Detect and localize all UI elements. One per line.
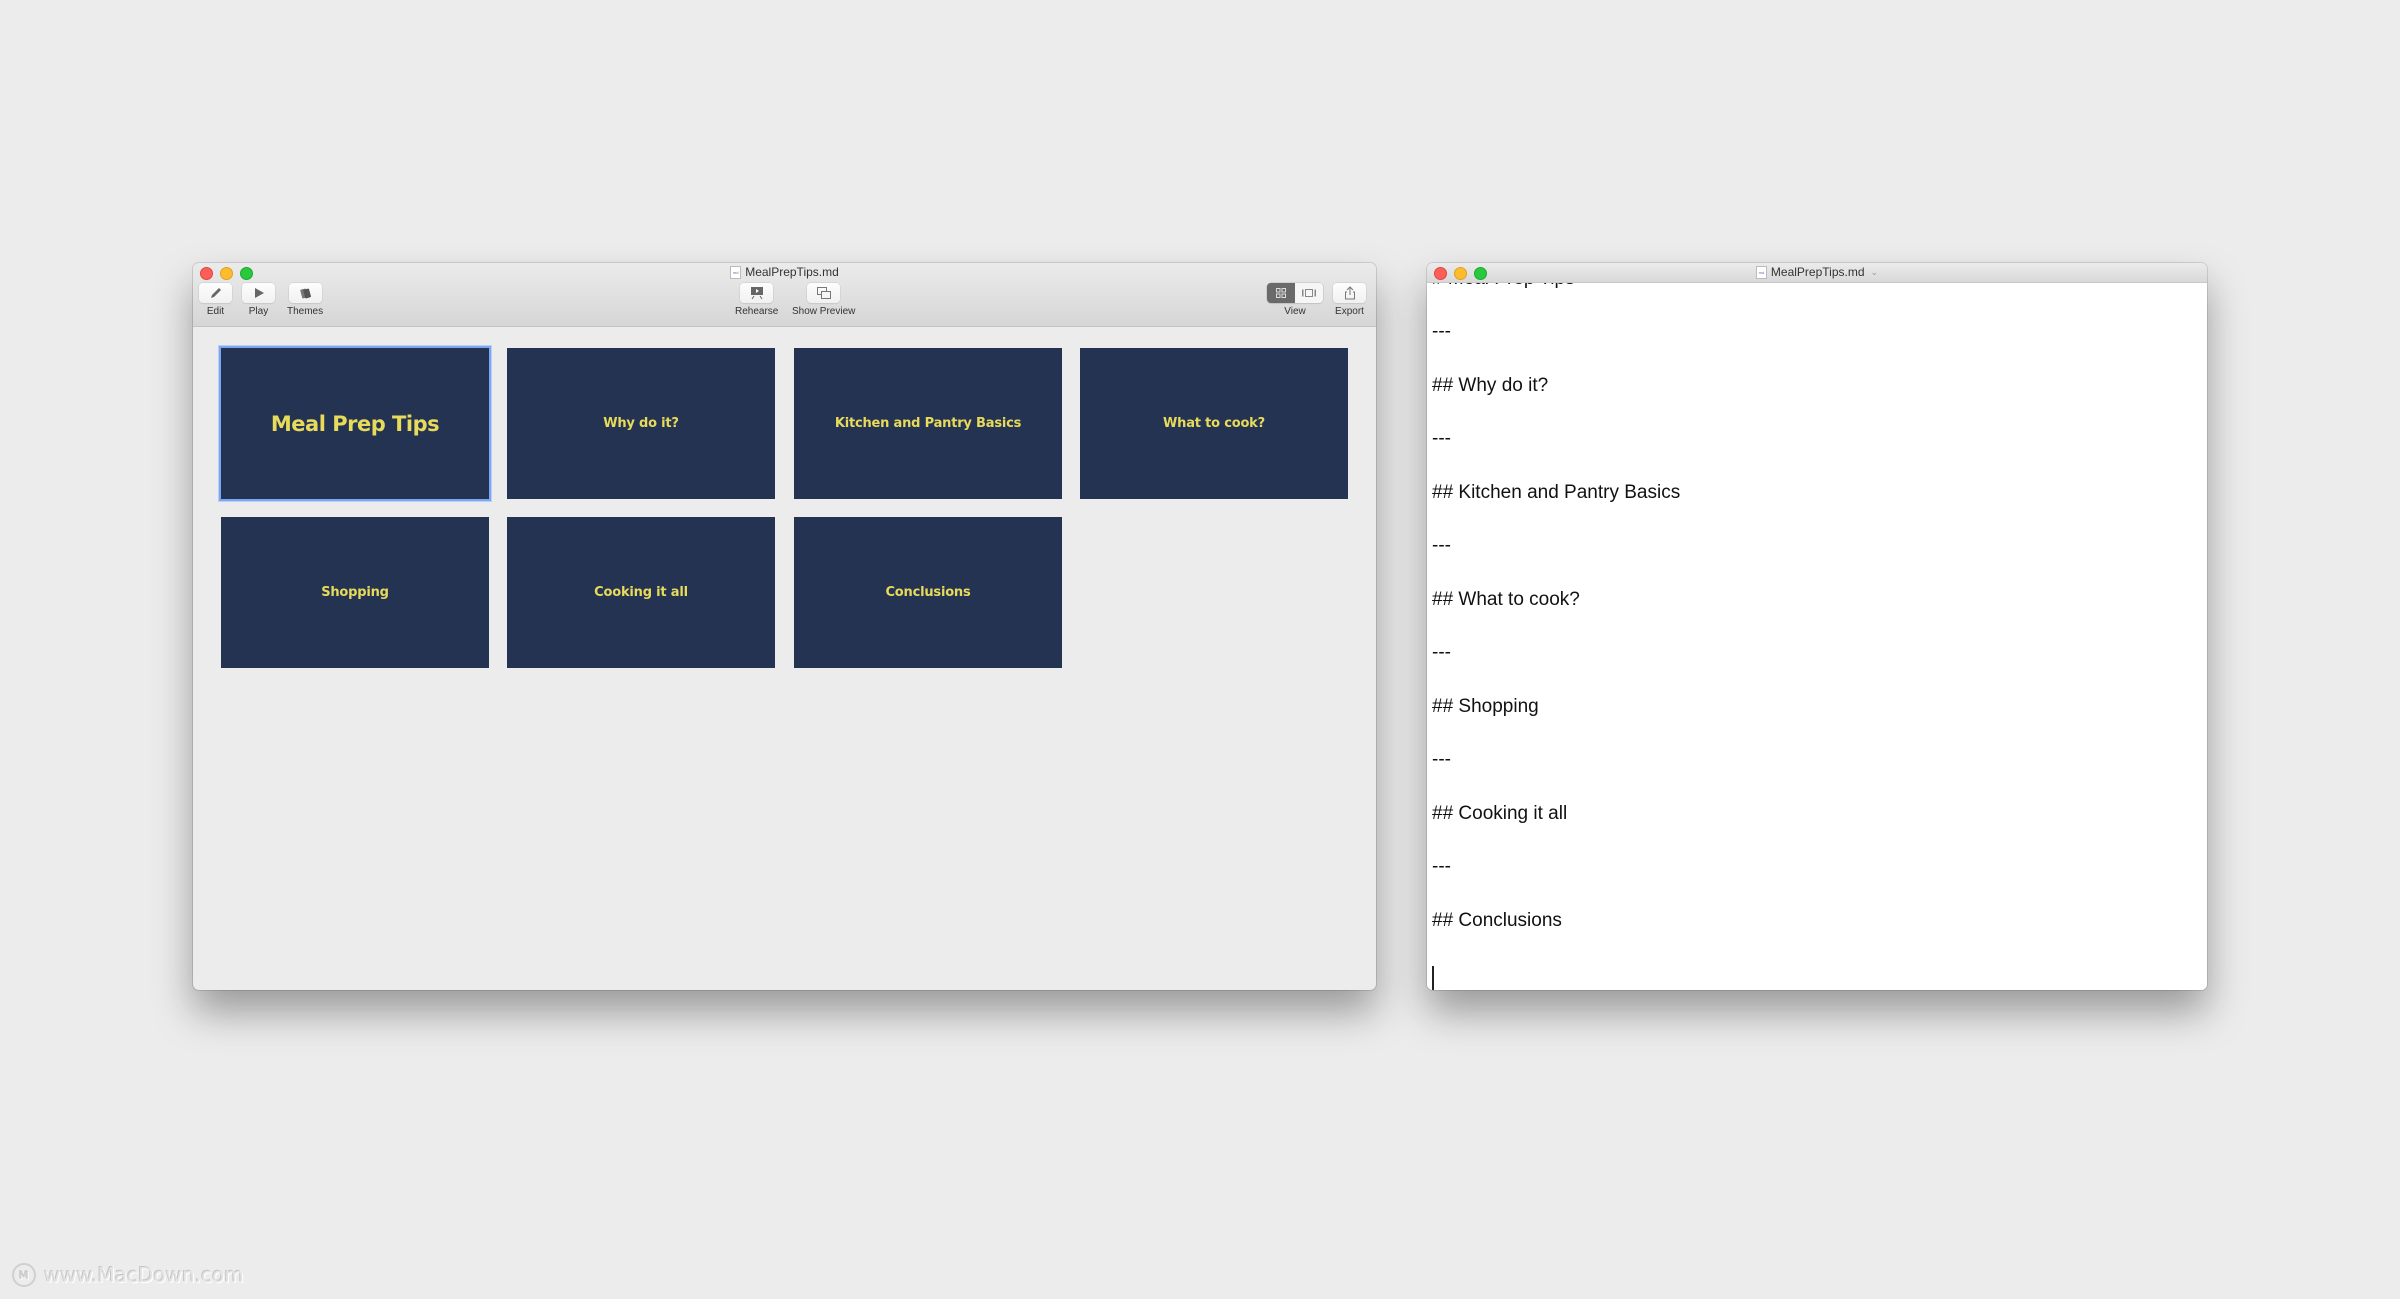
text-cursor bbox=[1432, 966, 1434, 990]
markdown-file-icon: md bbox=[1755, 265, 1767, 279]
play-icon bbox=[242, 283, 275, 303]
slide-title: Why do it? bbox=[603, 416, 679, 431]
themes-icon bbox=[288, 283, 322, 303]
play-label: Play bbox=[248, 306, 269, 317]
md-line: ## What to cook? bbox=[1432, 589, 1580, 610]
md-line: --- bbox=[1432, 856, 1451, 877]
md-line: ## Kitchen and Pantry Basics bbox=[1432, 482, 1681, 503]
export-label: Export bbox=[1335, 306, 1364, 317]
play-button[interactable]: Play bbox=[242, 283, 275, 317]
md-line: ## Why do it? bbox=[1432, 375, 1549, 396]
slide-title: Conclusions bbox=[885, 585, 971, 600]
view-label: View bbox=[1284, 306, 1306, 317]
edit-label: Edit bbox=[206, 306, 225, 317]
slides-window: md MealPrepTips.md Edit Play Themes Rehe… bbox=[193, 263, 1376, 990]
view-control: View bbox=[1267, 283, 1323, 317]
slide-thumbnail[interactable]: Why do it? bbox=[507, 348, 775, 499]
grid-icon bbox=[1276, 288, 1286, 298]
window-title-text: MealPrepTips.md bbox=[1770, 265, 1865, 279]
md-line: --- bbox=[1432, 749, 1451, 770]
slide-thumbnail[interactable]: Conclusions bbox=[794, 517, 1062, 668]
pencil-icon bbox=[199, 283, 232, 303]
md-line: --- bbox=[1432, 535, 1451, 556]
slide-title: Shopping bbox=[321, 585, 389, 600]
slide-title: What to cook? bbox=[1163, 416, 1265, 431]
show-preview-icon bbox=[807, 283, 841, 303]
watermark-text: www.MacDown.com bbox=[44, 1263, 244, 1287]
md-line: --- bbox=[1432, 428, 1451, 449]
grid-view-button[interactable] bbox=[1267, 283, 1295, 303]
markdown-file-icon: md bbox=[730, 265, 742, 279]
export-button[interactable]: Export bbox=[1333, 283, 1366, 317]
share-icon bbox=[1333, 283, 1366, 303]
titlebar: md MealPrepTips.md ⌄ bbox=[1427, 263, 2207, 283]
macdown-logo-icon: M bbox=[12, 1263, 36, 1287]
show-preview-label: Show Preview bbox=[792, 306, 856, 317]
rehearse-icon bbox=[740, 283, 774, 303]
md-line: ## Shopping bbox=[1432, 696, 1539, 717]
show-preview-button[interactable]: Show Preview bbox=[792, 283, 855, 317]
slide-thumbnail[interactable]: Kitchen and Pantry Basics bbox=[794, 348, 1062, 499]
rehearse-label: Rehearse bbox=[735, 306, 779, 317]
window-title: md MealPrepTips.md bbox=[193, 265, 1376, 279]
md-line: ## Conclusions bbox=[1432, 910, 1562, 931]
themes-button[interactable]: Themes bbox=[287, 283, 323, 317]
md-line: --- bbox=[1432, 321, 1451, 342]
watermark: M www.MacDown.com bbox=[12, 1263, 244, 1287]
md-line: --- bbox=[1432, 642, 1451, 663]
slide-title: Meal Prep Tips bbox=[270, 411, 440, 436]
slide-title: Cooking it all bbox=[594, 585, 688, 600]
window-title-text: MealPrepTips.md bbox=[745, 265, 839, 279]
slide-view-button[interactable] bbox=[1295, 283, 1323, 303]
window-title[interactable]: md MealPrepTips.md ⌄ bbox=[1427, 265, 2207, 279]
slide-thumbnail[interactable]: Shopping bbox=[221, 517, 489, 668]
markdown-editor-window: md MealPrepTips.md ⌄ # Meal Prep Tips --… bbox=[1427, 263, 2207, 990]
view-segmented-control[interactable] bbox=[1267, 283, 1323, 303]
filmstrip-icon bbox=[1302, 289, 1316, 297]
slide-title: Kitchen and Pantry Basics bbox=[834, 416, 1022, 431]
toolbar: md MealPrepTips.md Edit Play Themes Rehe… bbox=[193, 263, 1376, 327]
slide-thumbnail[interactable]: Meal Prep Tips bbox=[219, 346, 491, 501]
md-line: ## Cooking it all bbox=[1432, 803, 1568, 824]
chevron-down-icon: ⌄ bbox=[1870, 266, 1879, 277]
slide-thumbnail[interactable]: What to cook? bbox=[1080, 348, 1348, 499]
themes-label: Themes bbox=[287, 306, 324, 317]
rehearse-button[interactable]: Rehearse bbox=[735, 283, 778, 317]
slide-thumbnail[interactable]: Cooking it all bbox=[507, 517, 775, 668]
md-line: # Meal Prep Tips bbox=[1432, 282, 1575, 290]
markdown-text-area[interactable]: # Meal Prep Tips --- ## Why do it? --- #… bbox=[1427, 282, 2207, 990]
edit-button[interactable]: Edit bbox=[199, 283, 232, 317]
